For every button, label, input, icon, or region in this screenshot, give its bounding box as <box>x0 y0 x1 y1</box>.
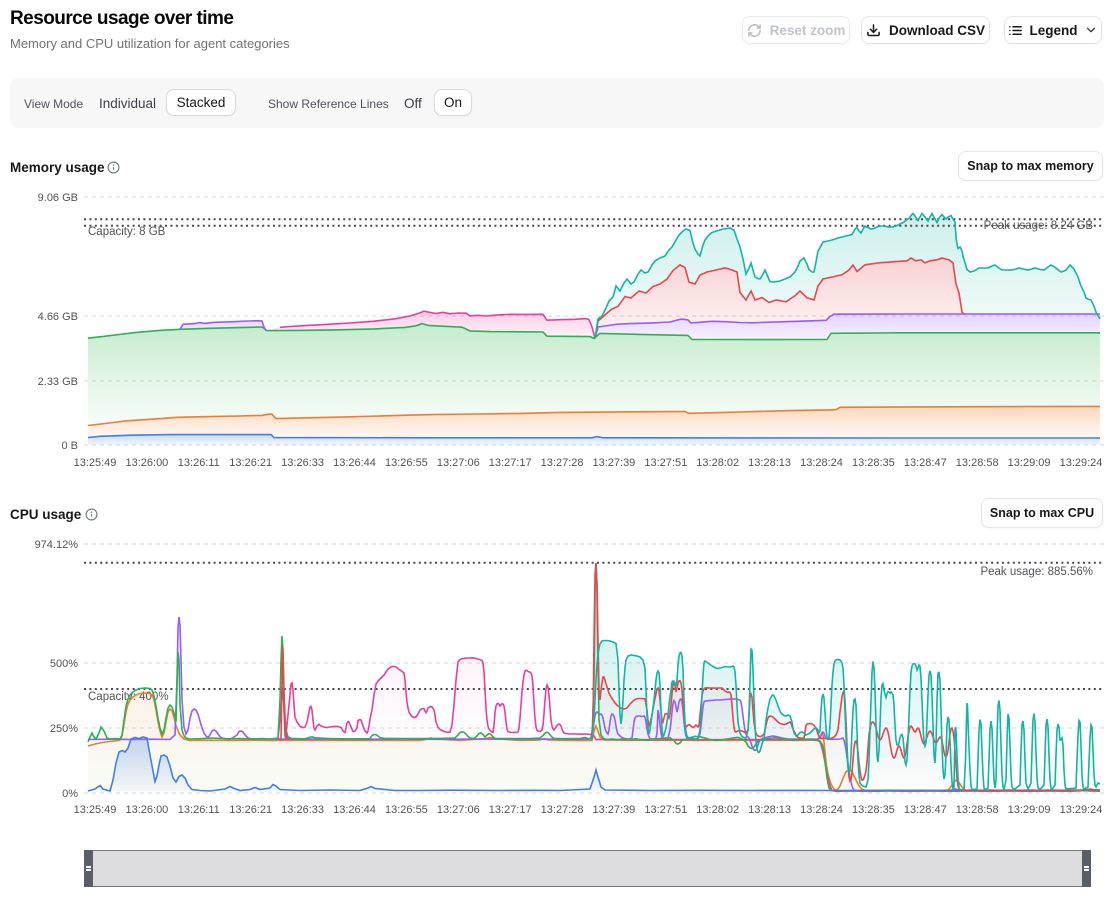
svg-text:13:27:28: 13:27:28 <box>541 457 584 469</box>
svg-text:13:27:17: 13:27:17 <box>489 804 532 816</box>
svg-text:9.06 GB: 9.06 GB <box>38 192 78 204</box>
svg-text:0%: 0% <box>62 788 78 800</box>
svg-text:13:26:00: 13:26:00 <box>125 457 168 469</box>
svg-text:13:26:21: 13:26:21 <box>229 804 272 816</box>
svg-text:13:28:35: 13:28:35 <box>852 804 895 816</box>
svg-text:13:26:33: 13:26:33 <box>281 457 324 469</box>
svg-text:13:29:24: 13:29:24 <box>1060 457 1103 469</box>
svg-text:13:28:47: 13:28:47 <box>904 457 947 469</box>
svg-text:2.33 GB: 2.33 GB <box>38 376 78 388</box>
svg-text:13:27:51: 13:27:51 <box>644 804 687 816</box>
svg-text:13:26:55: 13:26:55 <box>385 804 428 816</box>
svg-text:13:27:17: 13:27:17 <box>489 457 532 469</box>
svg-text:13:26:33: 13:26:33 <box>281 804 324 816</box>
svg-text:13:26:44: 13:26:44 <box>333 457 376 469</box>
svg-text:Capacity: 8 GB: Capacity: 8 GB <box>88 226 166 238</box>
svg-text:13:25:49: 13:25:49 <box>74 457 117 469</box>
svg-text:13:28:24: 13:28:24 <box>800 804 843 816</box>
svg-text:13:26:00: 13:26:00 <box>125 804 168 816</box>
svg-text:13:26:21: 13:26:21 <box>229 457 272 469</box>
svg-text:13:28:02: 13:28:02 <box>696 457 739 469</box>
svg-text:13:27:28: 13:27:28 <box>541 804 584 816</box>
svg-text:13:25:49: 13:25:49 <box>74 804 117 816</box>
svg-text:Peak usage: 885.56%: Peak usage: 885.56% <box>980 566 1093 578</box>
svg-text:13:27:06: 13:27:06 <box>437 457 480 469</box>
svg-text:250%: 250% <box>50 723 78 735</box>
svg-text:13:26:11: 13:26:11 <box>178 457 220 469</box>
svg-text:13:27:06: 13:27:06 <box>437 804 480 816</box>
svg-text:13:28:35: 13:28:35 <box>852 457 895 469</box>
svg-text:13:26:44: 13:26:44 <box>333 804 376 816</box>
svg-text:13:29:24: 13:29:24 <box>1060 804 1103 816</box>
svg-text:4.66 GB: 4.66 GB <box>38 311 78 323</box>
svg-text:13:26:11: 13:26:11 <box>178 804 220 816</box>
svg-text:Peak usage: 8.24 GB: Peak usage: 8.24 GB <box>984 220 1094 232</box>
svg-text:13:28:02: 13:28:02 <box>696 804 739 816</box>
svg-text:13:26:55: 13:26:55 <box>385 457 428 469</box>
svg-text:13:28:58: 13:28:58 <box>956 457 999 469</box>
svg-text:974.12%: 974.12% <box>35 539 79 551</box>
svg-text:13:28:13: 13:28:13 <box>748 457 791 469</box>
svg-text:13:28:58: 13:28:58 <box>956 804 999 816</box>
svg-text:500%: 500% <box>50 658 78 670</box>
svg-text:13:27:39: 13:27:39 <box>592 457 635 469</box>
svg-text:13:29:09: 13:29:09 <box>1008 457 1051 469</box>
svg-text:13:27:51: 13:27:51 <box>644 457 687 469</box>
svg-text:0 B: 0 B <box>61 440 78 452</box>
svg-text:13:28:47: 13:28:47 <box>904 804 947 816</box>
svg-text:13:29:09: 13:29:09 <box>1008 804 1051 816</box>
svg-text:13:28:13: 13:28:13 <box>748 804 791 816</box>
svg-text:13:28:24: 13:28:24 <box>800 457 843 469</box>
svg-text:13:27:39: 13:27:39 <box>592 804 635 816</box>
